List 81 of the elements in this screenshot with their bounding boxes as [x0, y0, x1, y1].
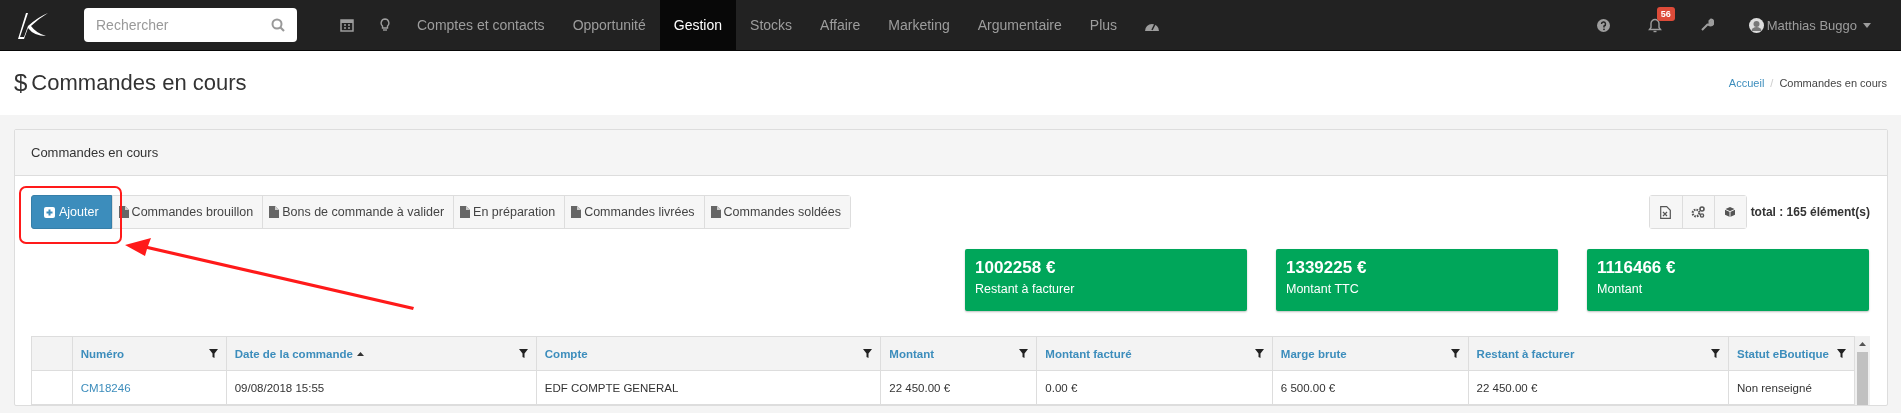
nav-item[interactable]: Comptes et contacts — [403, 0, 559, 50]
table-cell: 22 450.00 € — [1468, 370, 1729, 405]
nav-item[interactable]: Argumentaire — [963, 0, 1076, 50]
nav-item[interactable]: Gestion — [659, 0, 737, 50]
breadcrumb-current: Commandes en cours — [1779, 77, 1887, 89]
card-value: 1002258 € — [975, 258, 1057, 278]
page-title: Commandes en cours — [31, 70, 247, 96]
search-field[interactable]: Rechercher — [84, 8, 297, 42]
table-cell: 22 450.00 € — [880, 370, 1037, 405]
breadcrumb-link[interactable]: Accueil — [1728, 77, 1765, 89]
notification-badge: 56 — [1656, 6, 1675, 21]
column-header[interactable]: Montant facturé — [1036, 336, 1273, 371]
column-header[interactable]: Numéro — [72, 336, 227, 371]
help-icon[interactable] — [1596, 18, 1610, 32]
column-label[interactable]: Montant — [889, 347, 935, 360]
header-cell — [31, 336, 73, 371]
column-label[interactable]: Montant facturé — [1045, 347, 1132, 360]
search-icon[interactable] — [271, 18, 285, 32]
nav-item[interactable]: Affaire — [806, 0, 875, 50]
filter-icon[interactable] — [863, 349, 873, 358]
breadcrumb-separator: / — [1770, 77, 1774, 89]
caret-icon[interactable] — [1863, 22, 1871, 28]
lightbulb-icon[interactable] — [380, 18, 390, 32]
scroll-thumb[interactable] — [1857, 352, 1868, 405]
order-link[interactable]: CM18246 — [80, 381, 131, 394]
filter-icon[interactable] — [1450, 349, 1460, 358]
sort-ascending-icon[interactable] — [356, 351, 364, 356]
file-icon — [460, 206, 471, 218]
nav-item[interactable]: Plus — [1075, 0, 1132, 50]
filter-icon[interactable] — [1837, 349, 1846, 358]
user-name[interactable]: Matthias Buggo — [1766, 17, 1857, 33]
filter-icon[interactable] — [518, 349, 528, 358]
column-label[interactable]: Compte — [544, 347, 588, 360]
column-header[interactable]: Montant — [880, 336, 1037, 371]
nav-item[interactable]: Opportunité — [558, 0, 660, 50]
column-label[interactable]: Date de la commande — [234, 347, 353, 360]
column-label[interactable]: Marge brute — [1280, 347, 1347, 360]
card-label: Montant — [1597, 282, 1644, 296]
wrench-icon[interactable] — [1699, 18, 1714, 32]
total-count: total : 165 élément(s) — [1750, 205, 1870, 219]
dollar-icon: $ — [14, 69, 28, 97]
filter-icon[interactable] — [1711, 349, 1720, 358]
card-label: Restant à facturer — [975, 282, 1076, 296]
column-label[interactable]: Numéro — [80, 347, 125, 360]
cube-button[interactable] — [1713, 196, 1746, 228]
filter-button[interactable]: Commandes soldées — [703, 196, 850, 228]
cube-icon — [1724, 206, 1737, 218]
panel-title: Commandes en cours — [31, 145, 159, 160]
column-label[interactable]: Statut eBoutique — [1737, 347, 1829, 360]
table-cell: 0.00 € — [1036, 370, 1273, 405]
filter-icon[interactable] — [208, 349, 218, 358]
card-label: Montant TTC — [1286, 282, 1360, 296]
add-button[interactable]: Ajouter — [31, 195, 112, 229]
gears-icon — [1691, 206, 1706, 218]
scroll-up-icon[interactable] — [1859, 342, 1866, 346]
column-header[interactable]: Restant à facturer — [1468, 336, 1729, 371]
table-cell: 09/08/2018 15:55 — [226, 370, 537, 405]
spreadsheet-file-icon — [1660, 205, 1672, 219]
column-header[interactable]: Marge brute — [1272, 336, 1469, 371]
filter-icon[interactable] — [1019, 349, 1029, 358]
avatar-icon[interactable] — [1748, 17, 1764, 33]
filter-icon[interactable] — [1254, 349, 1264, 358]
card-value: 1339225 € — [1286, 258, 1368, 278]
table-cell: 6 500.00 € — [1272, 370, 1469, 405]
table-cell: EDF COMPTE GENERAL — [536, 370, 881, 405]
file-icon — [118, 206, 129, 218]
column-header[interactable]: Compte — [536, 336, 881, 371]
nav-item[interactable]: Marketing — [874, 0, 964, 50]
bell-icon[interactable] — [1647, 17, 1662, 33]
column-label[interactable]: Restant à facturer — [1476, 347, 1575, 360]
scrollbar[interactable] — [1855, 336, 1870, 405]
column-header[interactable]: Statut eBoutique — [1728, 336, 1855, 371]
calendar-icon[interactable] — [340, 18, 354, 32]
file-icon — [269, 206, 280, 218]
column-header[interactable]: Date de la commande — [226, 336, 537, 371]
table-cell: Non renseigné — [1728, 370, 1855, 405]
file-icon — [571, 206, 582, 218]
file-icon — [710, 206, 721, 218]
plus-icon — [44, 206, 55, 218]
nav-item[interactable]: Stocks — [736, 0, 807, 50]
card-value: 1116466 € — [1597, 258, 1677, 278]
